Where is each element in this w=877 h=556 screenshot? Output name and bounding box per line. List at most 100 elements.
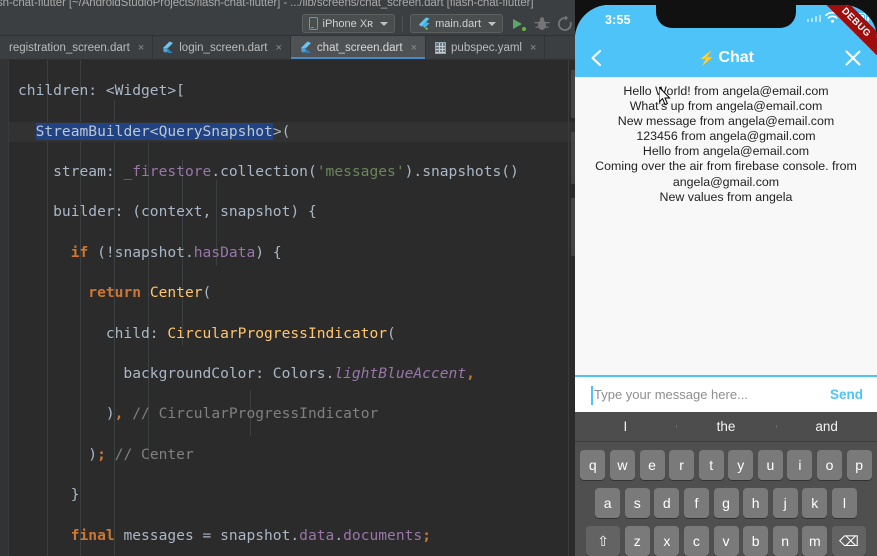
- back-button[interactable]: [589, 48, 605, 68]
- keyboard-row-2: a s d f g h j k l: [575, 488, 877, 518]
- code-line: StreamBuilder<QuerySnapshot>(: [9, 121, 580, 142]
- code-line: child: CircularProgressIndicator(: [18, 324, 396, 342]
- close-icon: [845, 50, 861, 65]
- ide-toolbar: iPhone Xʀ main.dart: [0, 12, 580, 36]
- key-u[interactable]: u: [757, 450, 783, 480]
- key-p[interactable]: p: [846, 450, 872, 480]
- run-status-dot-icon: [522, 26, 526, 31]
- wifi-icon: [825, 12, 840, 23]
- dart-file-icon: [300, 41, 312, 54]
- key-r[interactable]: r: [669, 450, 695, 480]
- code-line: }: [18, 486, 80, 504]
- key-e[interactable]: e: [639, 450, 665, 480]
- close-icon[interactable]: ×: [275, 42, 281, 54]
- run-button[interactable]: [510, 14, 528, 34]
- hot-reload-button[interactable]: [556, 14, 574, 34]
- code-line: final messages = snapshot.data.documents…: [70, 526, 431, 544]
- app-bar: ⚡ Chat: [575, 38, 877, 77]
- key-b[interactable]: b: [743, 526, 769, 556]
- mouse-cursor-icon: [658, 85, 672, 106]
- key-y[interactable]: y: [728, 450, 754, 480]
- key-w[interactable]: w: [609, 450, 635, 480]
- back-chevron-icon: [591, 49, 602, 66]
- editor-gutter[interactable]: [0, 60, 9, 556]
- key-s[interactable]: s: [624, 488, 650, 518]
- keyboard-row-1: q w e r t y u i o p: [575, 450, 877, 480]
- close-icon[interactable]: ×: [411, 42, 417, 54]
- message-item: 123456 from angela@gmail.com: [636, 129, 816, 144]
- status-time: 3:55: [605, 13, 631, 27]
- device-selector[interactable]: iPhone Xʀ: [301, 14, 396, 33]
- key-f[interactable]: f: [683, 488, 709, 518]
- notch: [656, 5, 796, 28]
- debug-button[interactable]: [533, 14, 551, 34]
- message-input-bar[interactable]: Type your message here... Send: [575, 375, 877, 412]
- key-d[interactable]: d: [654, 488, 680, 518]
- debug-bug-icon: [534, 16, 550, 30]
- editor-tab-bar: registration_screen.dart × login_screen.…: [0, 36, 580, 60]
- phone-icon: [308, 17, 318, 30]
- window-title: sh-chat-flutter [~/AndroidStudioProjects…: [0, 0, 534, 9]
- key-q[interactable]: q: [580, 450, 606, 480]
- key-x[interactable]: x: [654, 526, 680, 556]
- message-item: Hello from angela@email.com: [642, 144, 810, 159]
- key-j[interactable]: j: [772, 488, 798, 518]
- key-g[interactable]: g: [713, 488, 739, 518]
- key-m[interactable]: m: [802, 526, 828, 556]
- reload-icon: [557, 14, 572, 31]
- key-l[interactable]: l: [831, 488, 857, 518]
- code-line: backgroundColor: Colors.lightBlueAccent,: [18, 364, 475, 382]
- tab-registration-screen[interactable]: registration_screen.dart ×: [0, 36, 154, 59]
- chevron-down-icon: [488, 21, 496, 26]
- code-line: builder: (context, snapshot) {: [18, 203, 317, 221]
- backspace-key[interactable]: ⌫: [831, 526, 866, 556]
- key-n[interactable]: n: [772, 526, 798, 556]
- onscreen-keyboard[interactable]: I the and q w e r t y u i o p a s d f g …: [575, 412, 877, 556]
- run-configuration-selector[interactable]: main.dart: [410, 14, 503, 33]
- code-line: if (!snapshot.hasData) {: [70, 243, 282, 261]
- suggestion-item[interactable]: the: [675, 419, 777, 434]
- close-icon[interactable]: ×: [530, 42, 536, 54]
- device-selector-label: iPhone Xʀ: [322, 17, 374, 30]
- shift-key[interactable]: ⇧: [586, 526, 621, 556]
- simulator-screen: 3:55 DEBUG ⚡ Chat Hello World! from ange…: [575, 5, 877, 556]
- tab-label: chat_screen.dart: [316, 41, 403, 54]
- code-editor[interactable]: children: <Widget>[ StreamBuilder<QueryS…: [0, 60, 580, 556]
- key-i[interactable]: i: [787, 450, 813, 480]
- ide-window: sh-chat-flutter [~/AndroidStudioProjects…: [0, 0, 580, 556]
- key-k[interactable]: k: [802, 488, 828, 518]
- key-c[interactable]: c: [683, 526, 709, 556]
- suggestion-item[interactable]: I: [575, 419, 676, 434]
- message-input[interactable]: Type your message here...: [591, 387, 830, 402]
- message-item: Coming over the air from firebase consol…: [595, 159, 857, 189]
- dart-file-icon: [162, 41, 174, 54]
- key-z[interactable]: z: [624, 526, 650, 556]
- selected-token: StreamBuilder<QuerySnapshot: [35, 122, 273, 140]
- flutter-logo-icon: [417, 17, 430, 30]
- message-item: What's up from angela@email.com: [629, 99, 823, 114]
- message-item: Hello World! from angela@email.com: [623, 84, 829, 98]
- toolbar-divider: [402, 15, 404, 32]
- message-item: New values from angela: [659, 189, 793, 204]
- code-line: children: <Widget>[: [18, 82, 185, 100]
- key-a[interactable]: a: [595, 488, 621, 518]
- status-bar: 3:55 DEBUG: [575, 5, 877, 68]
- close-icon[interactable]: ×: [138, 42, 144, 54]
- code-content[interactable]: children: <Widget>[ StreamBuilder<QueryS…: [9, 60, 580, 556]
- text-cursor: [591, 386, 593, 405]
- key-v[interactable]: v: [713, 526, 739, 556]
- key-t[interactable]: t: [698, 450, 724, 480]
- key-o[interactable]: o: [817, 450, 843, 480]
- tab-label: registration_screen.dart: [9, 41, 130, 54]
- tab-chat-screen[interactable]: chat_screen.dart ×: [290, 36, 427, 59]
- close-button[interactable]: [844, 49, 862, 67]
- message-list[interactable]: Hello World! from angela@email.com What'…: [575, 77, 877, 375]
- key-h[interactable]: h: [743, 488, 769, 518]
- keyboard-suggestion-bar: I the and: [575, 412, 877, 442]
- bolt-icon: ⚡: [698, 49, 716, 66]
- tab-pubspec-yaml[interactable]: pubspec.yaml ×: [426, 36, 546, 59]
- tab-login-screen[interactable]: login_screen.dart ×: [153, 36, 291, 59]
- battery-icon: [844, 12, 869, 23]
- suggestion-item[interactable]: and: [776, 419, 877, 434]
- send-button[interactable]: Send: [830, 387, 863, 402]
